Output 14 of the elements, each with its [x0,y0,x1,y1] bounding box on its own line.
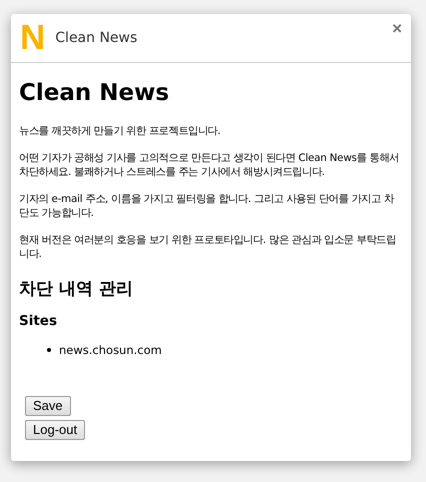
section-heading: 차단 내역 관리 [19,278,134,300]
logout-button[interactable]: Log-out [25,420,86,440]
paragraph: 뉴스를 깨끗하게 만들기 위한 프로젝트입니다. [19,124,222,138]
paragraph: 기자의 e-mail 주소, 이름을 가지고 필터링을 합니다. 그리고 사용된 단어를 가지고 차단도 가능합니다. [19,192,396,220]
paragraph: 어떤 기자가 공해성 기사를 고의적으로 만든다고 생각이 된다면 Clean News를 통해서 차단하세요. 불쾌하거나 스트레스를 주는 기사에서 해방시켜드립니다. [19,151,400,179]
bullet-icon [47,348,51,352]
dialog-title: Clean News [55,30,138,46]
close-button[interactable]: × [389,20,405,38]
site-item: news.chosun.com [59,343,162,357]
paragraph: 현재 버전은 여러분의 호응을 보기 위한 프로토타입니다. 많은 관심과 입소문 부탁드립니다. [19,233,397,261]
sites-heading: Sites [19,312,58,330]
page-heading: Clean News [19,79,170,107]
save-button[interactable]: Save [25,396,71,416]
logo: N [20,23,46,53]
